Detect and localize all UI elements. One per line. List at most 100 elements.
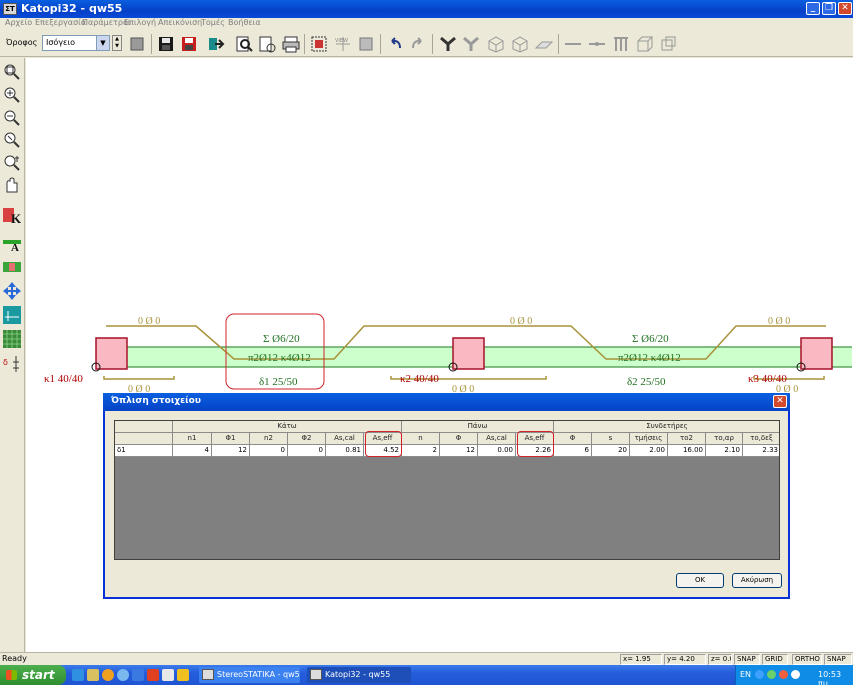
column-k1[interactable] [95,337,128,370]
menu-help[interactable]: Βοήθεια [228,18,261,27]
column-header[interactable]: As,cal [478,433,516,445]
beam-text-icon[interactable]: K [2,206,22,226]
grid-indicator[interactable]: GRID [762,654,788,665]
column-header[interactable]: Φ [554,433,592,445]
beam-section-icon[interactable] [2,257,22,277]
grid-pattern-icon[interactable] [2,329,22,349]
cancel-button[interactable]: Ακύρωση [732,573,782,588]
taskbar-item-stereostatika[interactable]: StereoSTATIKA - qw5... [199,667,300,683]
table-cell[interactable]: 16.00 [668,445,706,457]
print-icon[interactable] [281,34,301,54]
stop-icon[interactable] [127,34,147,54]
zoom-out-icon[interactable] [2,108,22,128]
column-header[interactable]: τμήσεις [630,433,668,445]
column-header[interactable]: n2 [250,433,288,445]
snap-indicator[interactable]: SNAP [734,654,760,665]
select-window-icon[interactable] [309,34,329,54]
table-cell[interactable]: 12 [212,445,250,457]
notepad-icon[interactable] [162,669,174,681]
zoom-fit-icon[interactable]: VIEW [333,34,353,54]
column-header[interactable]: Φ1 [212,433,250,445]
tray-icon[interactable] [767,670,776,679]
measure-icon[interactable] [2,305,22,325]
floor-select[interactable]: Ισόγειο ▼ [42,35,110,51]
table-cell[interactable]: δ1 [115,445,173,457]
table-row[interactable]: δ1 4 12 0 0 0.81 4.52 2 12 0.00 2.26 6 2… [115,445,779,457]
snap-indicator-2[interactable]: SNAP [824,654,852,665]
line-icon[interactable] [563,34,583,54]
move-icon[interactable] [2,281,22,301]
dialog-close-button[interactable]: ✕ [773,395,787,408]
frame-icon[interactable] [356,34,376,54]
menu-sections[interactable]: Τομές [201,18,225,27]
table-cell[interactable]: 20 [592,445,630,457]
zoom-realtime-icon[interactable] [2,153,22,173]
column-header[interactable]: As,cal [326,433,364,445]
print-preview-icon[interactable] [234,34,254,54]
table-cell[interactable]: 2.33 [743,445,779,457]
column-header[interactable]: το2 [668,433,706,445]
beam-label-icon[interactable]: A [2,233,22,254]
firefox-icon[interactable] [147,669,159,681]
beam2-name-label[interactable]: δ2 25/50 [627,376,666,388]
slab-icon[interactable] [534,34,554,54]
table-cell[interactable]: 0 [288,445,326,457]
column-k3[interactable] [800,337,833,370]
tray-icon[interactable] [779,670,788,679]
menu-file[interactable]: Αρχείο [5,18,32,27]
column-header[interactable]: n [402,433,440,445]
beam-line-icon[interactable] [587,34,607,54]
table-cell[interactable]: 4 [173,445,212,457]
node-gray-icon[interactable] [461,34,481,54]
taskbar-item-katopi[interactable]: Katopi32 - qw55 [307,667,411,683]
table-cell[interactable]: 6 [554,445,592,457]
undo-icon[interactable] [385,34,405,54]
ortho-indicator[interactable]: ORTHO [792,654,822,665]
media-icon[interactable] [102,669,114,681]
floor-spinner[interactable]: ▲ ▼ [112,35,122,51]
app-launcher-icon[interactable] [177,669,189,681]
save-icon[interactable] [156,34,176,54]
folder-icon[interactable] [87,669,99,681]
table-cell[interactable]: 0.00 [478,445,516,457]
column-header[interactable]: το,δεξ [743,433,779,445]
column-header[interactable]: s [592,433,630,445]
menu-select[interactable]: Επιλογή [124,18,156,27]
zoom-window-icon[interactable] [2,62,22,82]
frame-columns-icon[interactable] [611,34,631,54]
table-cell[interactable]: 0.81 [326,445,364,457]
close-button[interactable]: ✕ [838,2,852,15]
box-3d-icon[interactable] [510,34,530,54]
chevron-down-icon[interactable]: ▼ [96,36,109,50]
messenger-icon[interactable] [117,669,129,681]
ie-icon[interactable] [72,669,84,681]
table-cell[interactable]: 12 [440,445,478,457]
table-cell[interactable]: 2 [402,445,440,457]
column-header[interactable]: Φ [440,433,478,445]
language-indicator[interactable]: EN [740,670,751,679]
ok-button[interactable]: OK [676,573,724,588]
volume-icon[interactable] [791,670,800,679]
dimension-icon[interactable]: δ [2,354,22,374]
start-button[interactable]: start [0,665,66,685]
export-icon[interactable] [206,34,226,54]
pan-icon[interactable] [2,175,22,195]
cube-icon[interactable] [635,34,655,54]
box-3d-icon[interactable] [486,34,506,54]
maximize-button[interactable]: ❐ [822,2,836,15]
cube-section-icon[interactable] [658,34,678,54]
tray-icon[interactable] [755,670,764,679]
column-k2[interactable] [452,337,485,370]
minimize-button[interactable]: _ [806,2,820,15]
column-header[interactable]: Φ2 [288,433,326,445]
save-as-icon[interactable] [179,34,199,54]
zoom-previous-icon[interactable] [2,130,22,150]
menu-edit[interactable]: Επεξεργασία [35,18,86,27]
table-cell[interactable]: 2.00 [630,445,668,457]
network-icon[interactable] [132,669,144,681]
table-cell[interactable]: 0 [250,445,288,457]
redo-icon[interactable] [408,34,428,54]
menu-view[interactable]: Απεικόνιση [158,18,202,27]
table-cell[interactable]: 2.10 [706,445,743,457]
properties-icon[interactable] [257,34,277,54]
